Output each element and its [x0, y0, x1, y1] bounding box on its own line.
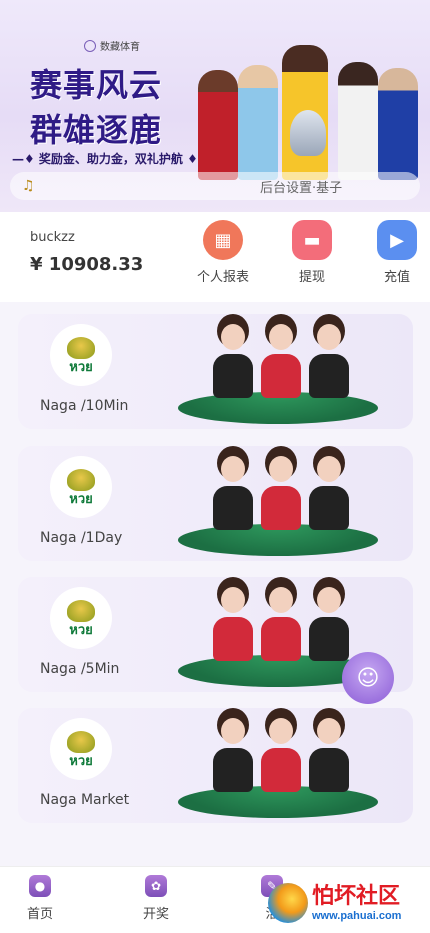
- card-icon: ▬: [292, 220, 332, 260]
- promo-banner[interactable]: 数藏体育 赛事风云 群雄逐鹿 —♦ 奖励金、助力金，双礼护航 ♦— ♫ 后台设置…: [0, 0, 430, 212]
- username: buckzz: [30, 230, 75, 245]
- deposit-label: 充值: [383, 270, 410, 285]
- wallet-icon: ▶: [377, 220, 417, 260]
- players-illustration: [190, 30, 430, 180]
- account-panel: buckzz ¥ 10908.33 ▦ 个人报表 ▬ 提现 ▶ 充值: [0, 212, 430, 302]
- nav-draw[interactable]: ✿ 开奖: [116, 875, 196, 922]
- game-name: Naga /1Day: [40, 530, 123, 546]
- game-name: Naga Market: [40, 792, 130, 808]
- watermark-logo: 怕坏社区 www.pahuai.com: [268, 878, 430, 928]
- notice-bar[interactable]: ♫ 后台设置·基子: [10, 172, 420, 200]
- bird-icon: [268, 883, 308, 923]
- game-card-naga-10min[interactable]: หวย Naga /10Min: [18, 314, 413, 429]
- banner-tagline: —♦ 奖励金、助力金，双礼护航 ♦—: [12, 152, 210, 166]
- dealers-illustration: [178, 324, 378, 424]
- personal-report-button[interactable]: ▦ 个人报表: [188, 220, 258, 285]
- calendar-icon: ▦: [203, 220, 243, 260]
- naga-logo-icon: หวย: [50, 324, 112, 386]
- nav-home-label: 首页: [26, 907, 53, 922]
- logo-text: หวย: [69, 753, 93, 769]
- trophy-icon: [290, 110, 326, 156]
- customer-service-headset-icon[interactable]: ☺: [342, 652, 394, 704]
- game-name: Naga /5Min: [40, 661, 120, 677]
- logo-text: หวย: [69, 622, 93, 638]
- balance: ¥ 10908.33: [30, 254, 144, 275]
- speaker-icon: ♫: [22, 178, 35, 194]
- banner-headline-1: 赛事风云: [30, 66, 163, 104]
- notice-text: 后台设置·基子: [260, 180, 343, 196]
- flower-icon: ✿: [145, 875, 167, 897]
- withdraw-label: 提现: [298, 270, 325, 285]
- deposit-button[interactable]: ▶ 充值: [362, 220, 430, 285]
- logo-text: หวย: [69, 491, 93, 507]
- personal-report-label: 个人报表: [196, 270, 249, 285]
- naga-logo-icon: หวย: [50, 587, 112, 649]
- gamepad-icon: ●: [29, 875, 51, 897]
- dealers-illustration: [178, 456, 378, 556]
- naga-logo-icon: หวย: [50, 456, 112, 518]
- game-name: Naga /10Min: [40, 398, 129, 414]
- nav-draw-label: 开奖: [142, 907, 169, 922]
- watermark-title: 怕坏社区: [312, 882, 401, 909]
- nav-home[interactable]: ● 首页: [0, 875, 80, 922]
- dealers-illustration: [178, 718, 378, 818]
- withdraw-button[interactable]: ▬ 提现: [277, 220, 347, 285]
- brand-name: 数藏体育: [100, 42, 140, 53]
- naga-logo-icon: หวย: [50, 718, 112, 780]
- game-card-naga-1day[interactable]: หวย Naga /1Day: [18, 446, 413, 561]
- watermark-url: www.pahuai.com: [312, 909, 402, 922]
- brand-logo: 数藏体育: [84, 38, 140, 53]
- logo-text: หวย: [69, 359, 93, 375]
- banner-headline-2: 群雄逐鹿: [30, 111, 163, 149]
- game-card-naga-market[interactable]: หวย Naga Market: [18, 708, 413, 823]
- brand-mark-icon: [84, 39, 96, 52]
